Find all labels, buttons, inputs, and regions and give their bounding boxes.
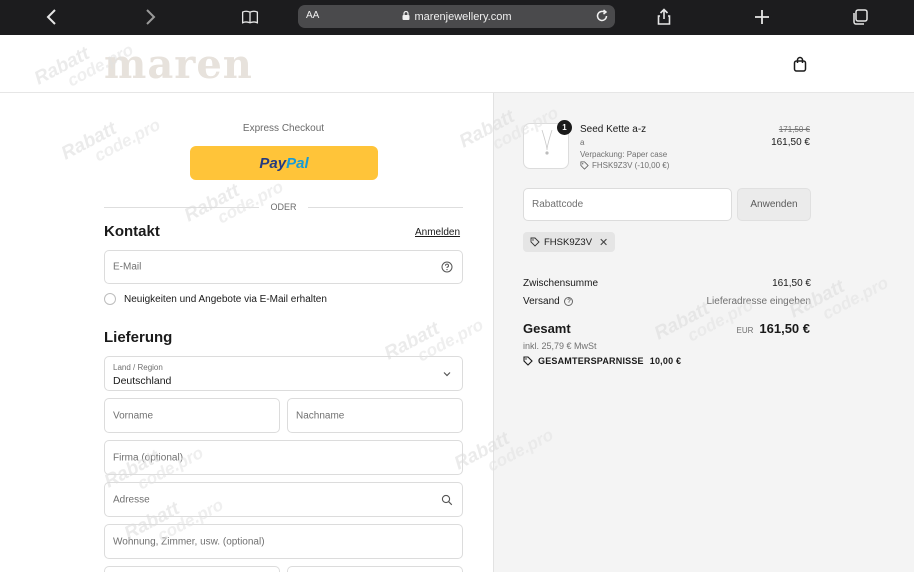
contact-section-title: Kontakt (104, 223, 160, 240)
lock-icon (402, 10, 410, 23)
total-label: Gesamt (523, 321, 571, 336)
delivery-section-title: Lieferung (104, 329, 173, 346)
address-field[interactable]: Adresse (104, 482, 463, 517)
total-savings: GESAMTERSPARNISSE 10,00 € (523, 356, 681, 366)
product-discount-text: FHSK9Z3V (-10,00 €) (592, 161, 670, 170)
apply-discount-button[interactable]: Anwenden (737, 188, 811, 221)
savings-value: 10,00 € (649, 356, 682, 366)
paypal-label-pay: Pay (259, 154, 287, 172)
shipping-value: Lieferadresse eingeben (706, 296, 811, 307)
paypal-label-pal: Pal (286, 154, 309, 172)
product-name: Seed Kette a-z (580, 124, 647, 135)
chevron-down-icon (441, 368, 453, 380)
country-label: Land / Region (113, 363, 163, 372)
text-size-button[interactable]: AA (306, 10, 319, 21)
total-value: 161,50 € (759, 321, 810, 336)
site-logo[interactable]: maren (104, 41, 253, 88)
email-field[interactable]: E-Mail (104, 250, 463, 284)
help-icon[interactable]: ? (564, 296, 574, 306)
company-field[interactable]: Firma (optional) (104, 440, 463, 475)
bookmarks-icon[interactable] (239, 8, 261, 26)
product-packaging: Verpackung: Paper case (580, 150, 668, 159)
product-variant: a (580, 138, 585, 147)
discount-code-input[interactable]: Rabattcode (523, 188, 732, 221)
newsletter-checkbox-row[interactable]: Neuigkeiten und Angebote via E-Mail erha… (104, 292, 327, 306)
city-field[interactable] (287, 566, 463, 572)
country-value: Deutschland (113, 375, 172, 387)
newsletter-label: Neuigkeiten und Angebote via E-Mail erha… (124, 293, 327, 305)
discount-code-placeholder: Rabattcode (532, 199, 584, 210)
shopping-bag-icon[interactable] (791, 55, 809, 73)
site-header: maren (0, 35, 914, 93)
newsletter-checkbox[interactable] (104, 293, 116, 305)
company-placeholder: Firma (optional) (113, 452, 184, 463)
tag-icon (530, 237, 540, 247)
subtotal-label: Zwischensumme (523, 278, 599, 289)
apartment-field[interactable]: Wohnung, Zimmer, usw. (optional) (104, 524, 463, 559)
total-amount: EUR 161,50 € (737, 321, 811, 336)
quantity-badge: 1 (557, 120, 572, 135)
subtotal-value: 161,50 € (772, 278, 811, 289)
tag-icon (523, 356, 533, 366)
applied-code-chip: FHSK9Z3V ✕ (523, 232, 616, 252)
reload-icon[interactable] (595, 9, 609, 26)
remove-code-icon[interactable]: ✕ (599, 236, 608, 249)
last-name-field[interactable]: Nachname (287, 398, 463, 433)
tabs-overview-icon[interactable] (850, 8, 870, 26)
back-icon[interactable] (42, 8, 62, 26)
browser-toolbar: AA marenjewellery.com (0, 0, 914, 35)
checkout-form: Express Checkout Pay Pal ODER Kontakt Anm… (0, 93, 493, 572)
search-icon (441, 494, 453, 506)
apartment-placeholder: Wohnung, Zimmer, usw. (optional) (113, 536, 265, 547)
subtotal-row: Zwischensumme 161,50 € (523, 278, 811, 289)
savings-label: GESAMTERSPARNISSE (538, 356, 644, 366)
address-bar[interactable]: AA marenjewellery.com (298, 5, 615, 28)
express-checkout-title: Express Checkout (242, 123, 325, 134)
applied-code-text: FHSK9Z3V (544, 236, 593, 248)
email-placeholder: E-Mail (113, 261, 142, 273)
share-icon[interactable] (654, 8, 674, 26)
tax-line: inkl. 25,79 € MwSt (523, 341, 597, 351)
tag-icon (580, 161, 589, 170)
help-icon[interactable] (441, 261, 453, 273)
postal-code-field[interactable] (104, 566, 280, 572)
order-summary: 1 Seed Kette a-z a Verpackung: Paper cas… (493, 93, 914, 572)
original-price: 171,50 € (778, 125, 810, 134)
paypal-button[interactable]: Pay Pal (190, 146, 378, 180)
discounted-price: 161,50 € (771, 137, 810, 148)
shipping-row: Versand ? Lieferadresse eingeben (523, 296, 811, 307)
first-name-placeholder: Vorname (113, 410, 154, 421)
shipping-label: Versand (523, 296, 560, 307)
last-name-placeholder: Nachname (296, 410, 345, 421)
login-link[interactable]: Anmelden (415, 227, 460, 238)
country-select[interactable]: Land / Region Deutschland (104, 356, 463, 391)
or-divider: ODER (104, 201, 463, 213)
total-currency: EUR (736, 326, 754, 335)
new-tab-icon[interactable] (752, 8, 772, 26)
product-discount: FHSK9Z3V (-10,00 €) (580, 161, 669, 170)
forward-icon[interactable] (140, 8, 160, 26)
first-name-field[interactable]: Vorname (104, 398, 280, 433)
address-placeholder: Adresse (113, 494, 150, 505)
url-text: marenjewellery.com (414, 10, 512, 23)
